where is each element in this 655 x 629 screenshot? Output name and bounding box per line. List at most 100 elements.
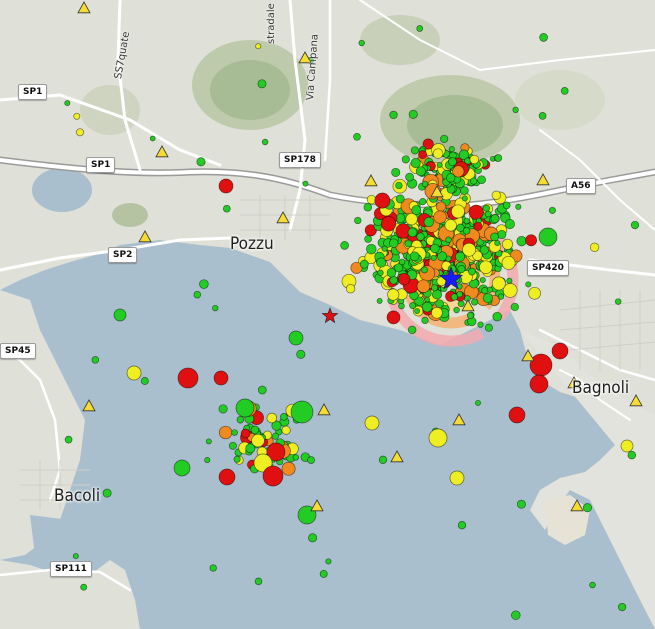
event-small: [560, 87, 569, 95]
event-max: [418, 150, 428, 160]
event-small: [395, 181, 403, 190]
event-small: [257, 79, 267, 89]
event-small: [405, 172, 414, 182]
event-medium: [444, 219, 457, 232]
event-small: [102, 488, 112, 498]
event-max: [508, 406, 526, 424]
event-small: [271, 432, 280, 440]
event-small: [450, 293, 459, 301]
event-small: [407, 325, 417, 335]
event-small: [378, 455, 388, 464]
event-medium: [528, 286, 541, 300]
event-small: [448, 146, 455, 153]
event-small: [140, 377, 149, 385]
event-medium: [431, 306, 443, 319]
event-small: [466, 311, 475, 320]
event-medium: [266, 412, 278, 424]
event-small: [308, 533, 318, 543]
event-small: [515, 203, 522, 210]
event-small: [391, 167, 401, 177]
event-max: [380, 216, 397, 232]
event-small: [468, 267, 476, 276]
event-medium: [620, 439, 634, 453]
event-small: [204, 457, 211, 464]
event-small: [358, 39, 365, 47]
event-small: [445, 236, 452, 244]
event-small: [389, 110, 398, 120]
event-small: [421, 316, 429, 325]
event-small: [617, 602, 627, 612]
event-small: [364, 235, 372, 243]
event-small: [307, 456, 315, 464]
event-small: [64, 100, 71, 107]
event-medium: [428, 428, 448, 448]
station-triangle-icon: [390, 450, 404, 463]
event-small: [236, 415, 245, 424]
event-small: [477, 175, 486, 185]
road-shield-sp2: SP2: [108, 247, 138, 263]
event-small: [421, 301, 433, 313]
event-large: [435, 201, 447, 212]
event-max: [473, 221, 483, 231]
event-small: [504, 219, 515, 230]
event-small: [414, 308, 421, 314]
event-small: [408, 109, 418, 119]
event-small: [407, 227, 418, 238]
event-small: [484, 210, 492, 218]
seismicity-map[interactable]: SP1 SP1 SP178 A56 SP2 SP420 SP45 SP111 S…: [0, 0, 655, 629]
event-small: [506, 277, 513, 284]
event-small: [453, 306, 460, 314]
road-shield-sp178: SP178: [279, 152, 321, 168]
event-small: [475, 399, 481, 406]
event-small: [353, 132, 361, 141]
event-max: [177, 367, 199, 389]
event-small: [502, 201, 511, 210]
event-small: [589, 581, 596, 589]
event-small: [421, 266, 428, 274]
event-small: [218, 404, 228, 414]
event-small: [212, 304, 219, 312]
event-small: [292, 454, 300, 461]
event-small: [462, 227, 471, 235]
event-small: [539, 33, 548, 42]
road-shield-a56: A56: [566, 178, 596, 194]
event-small: [72, 553, 79, 560]
road-shield-sp1-top: SP1: [18, 84, 48, 100]
event-medium: [405, 212, 418, 226]
event-max: [240, 428, 251, 439]
event-small: [377, 269, 384, 276]
event-small: [80, 583, 88, 591]
event-small: [290, 400, 314, 424]
event-small: [205, 438, 212, 445]
event-small: [245, 443, 256, 454]
event-medium: [255, 43, 262, 50]
event-max: [397, 272, 411, 286]
event-small: [490, 214, 500, 224]
event-small: [430, 254, 437, 261]
event-small: [235, 398, 255, 418]
event-small: [463, 217, 470, 225]
event-medium: [501, 255, 516, 270]
map-canvas[interactable]: [0, 0, 655, 629]
event-small: [419, 198, 427, 206]
station-triangle-icon: [82, 399, 96, 412]
event-small: [410, 157, 421, 169]
event-medium: [345, 284, 356, 294]
event-small: [319, 569, 328, 578]
event-small: [457, 265, 466, 274]
event-medium: [469, 154, 480, 165]
event-large: [433, 210, 447, 224]
event-medium: [462, 242, 477, 257]
event-small: [222, 204, 231, 213]
event-small: [471, 298, 479, 306]
event-max: [525, 234, 538, 247]
event-medium: [364, 415, 380, 431]
event-max: [551, 342, 569, 360]
event-small: [440, 134, 449, 143]
event-small: [421, 180, 429, 188]
event-medium: [491, 190, 501, 200]
event-small: [340, 241, 349, 250]
event-medium: [126, 365, 142, 381]
event-small: [359, 259, 369, 269]
station-triangle-icon: [317, 403, 331, 416]
